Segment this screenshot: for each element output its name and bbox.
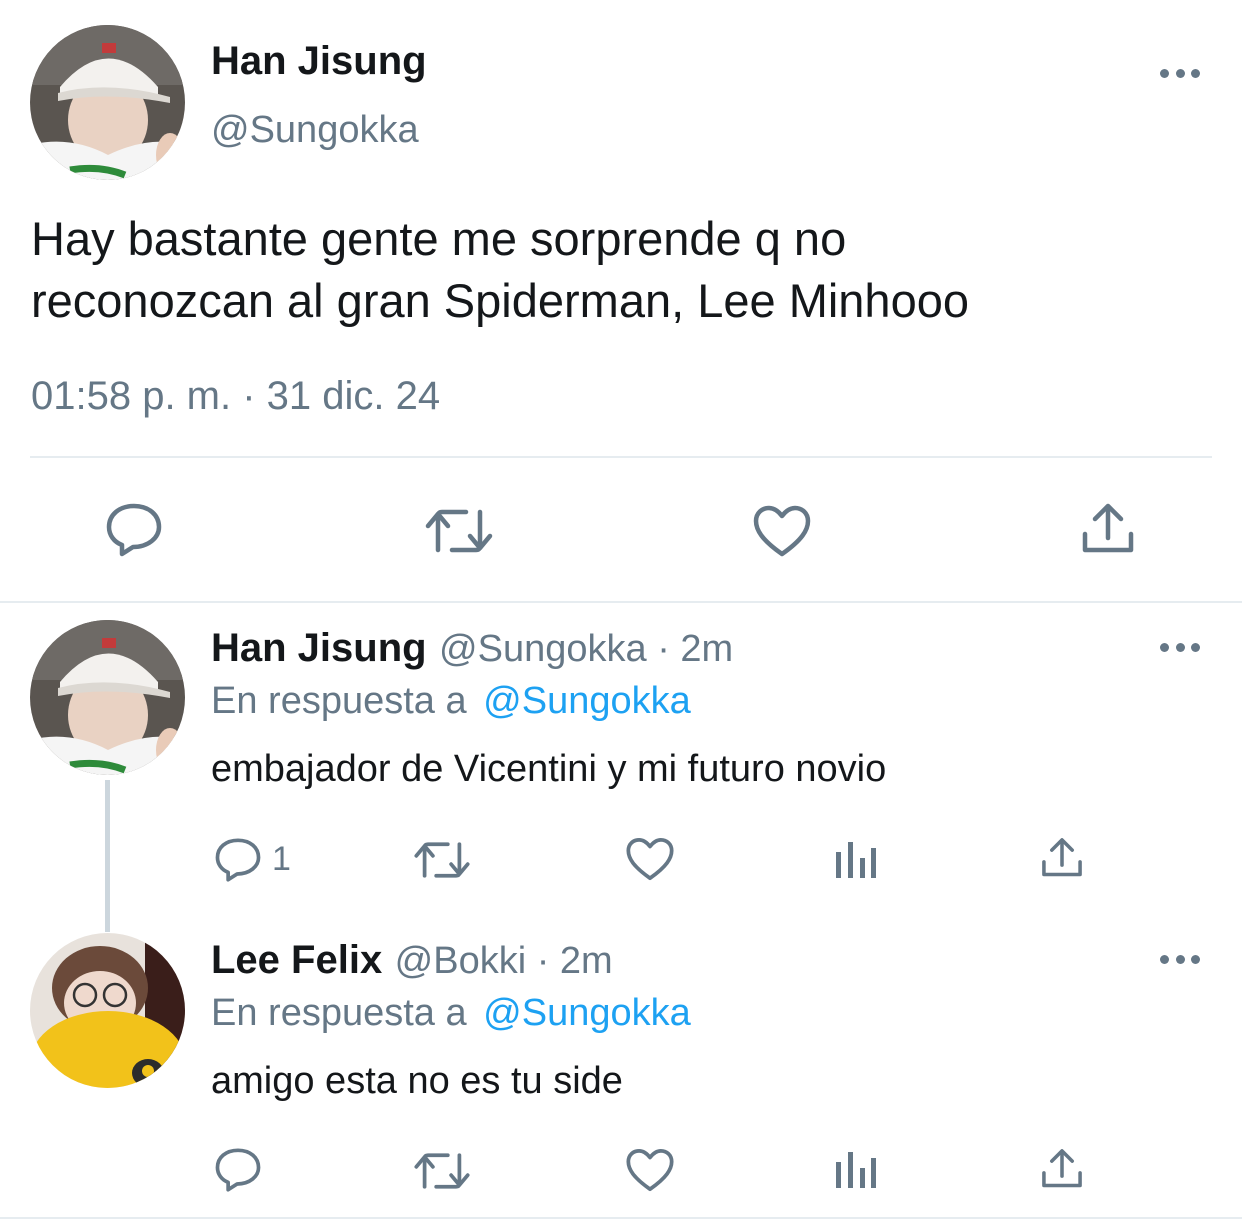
reply-count: 1	[272, 840, 291, 878]
reply-context: En respuesta a @Sungokka	[211, 992, 691, 1035]
analytics-icon[interactable]	[834, 840, 878, 880]
like-icon[interactable]	[752, 504, 812, 558]
more-options-icon[interactable]	[1160, 643, 1200, 655]
retweet-icon[interactable]	[413, 839, 471, 881]
reply-header: Lee Felix @Bokki · 2m	[211, 938, 613, 983]
more-options-icon[interactable]	[1160, 69, 1200, 81]
reply-icon[interactable]	[214, 1147, 262, 1193]
reply-icon[interactable]	[214, 837, 262, 883]
tweet-text-line: Hay bastante gente me sorprende q no	[31, 212, 847, 265]
divider	[0, 601, 1242, 603]
share-icon[interactable]	[1040, 1147, 1084, 1191]
tweet-text-line: reconozcan al gran Spiderman, Lee Minhoo…	[31, 274, 969, 327]
analytics-icon[interactable]	[834, 1150, 878, 1190]
author-name[interactable]: Han Jisung	[211, 39, 427, 84]
tweet-text: Hay bastante gente me sorprende q no rec…	[31, 208, 969, 332]
reply-to-link[interactable]: @Sungokka	[483, 992, 691, 1034]
reply-text: embajador de Vicentini y mi futuro novio	[211, 748, 887, 790]
author-handle[interactable]: @Sungokka	[211, 109, 419, 152]
author-handle[interactable]: @Bokki · 2m	[395, 940, 613, 982]
tweet-timestamp[interactable]: 01:58 p. m. · 31 dic. 24	[31, 374, 440, 419]
reply-prefix: En respuesta a	[211, 992, 467, 1034]
reply-header: Han Jisung @Sungokka · 2m	[211, 626, 733, 671]
author-handle[interactable]: @Sungokka · 2m	[439, 628, 733, 670]
retweet-icon[interactable]	[413, 1150, 471, 1192]
avatar[interactable]	[30, 25, 185, 180]
thread-line	[105, 780, 110, 932]
avatar[interactable]	[30, 933, 185, 1088]
reply-to-link[interactable]: @Sungokka	[483, 680, 691, 722]
share-icon[interactable]	[1080, 502, 1136, 556]
reply-prefix: En respuesta a	[211, 680, 467, 722]
divider	[0, 1217, 1242, 1219]
reply-text: amigo esta no es tu side	[211, 1060, 623, 1102]
retweet-icon[interactable]	[424, 506, 494, 556]
divider	[30, 456, 1212, 458]
more-options-icon[interactable]	[1160, 955, 1200, 967]
author-name[interactable]: Lee Felix	[211, 938, 382, 982]
reply-icon[interactable]	[105, 502, 163, 558]
avatar[interactable]	[30, 620, 185, 775]
like-icon[interactable]	[625, 836, 675, 882]
reply-context: En respuesta a @Sungokka	[211, 680, 691, 723]
like-icon[interactable]	[625, 1147, 675, 1193]
author-name[interactable]: Han Jisung	[211, 626, 427, 670]
share-icon[interactable]	[1040, 836, 1084, 880]
